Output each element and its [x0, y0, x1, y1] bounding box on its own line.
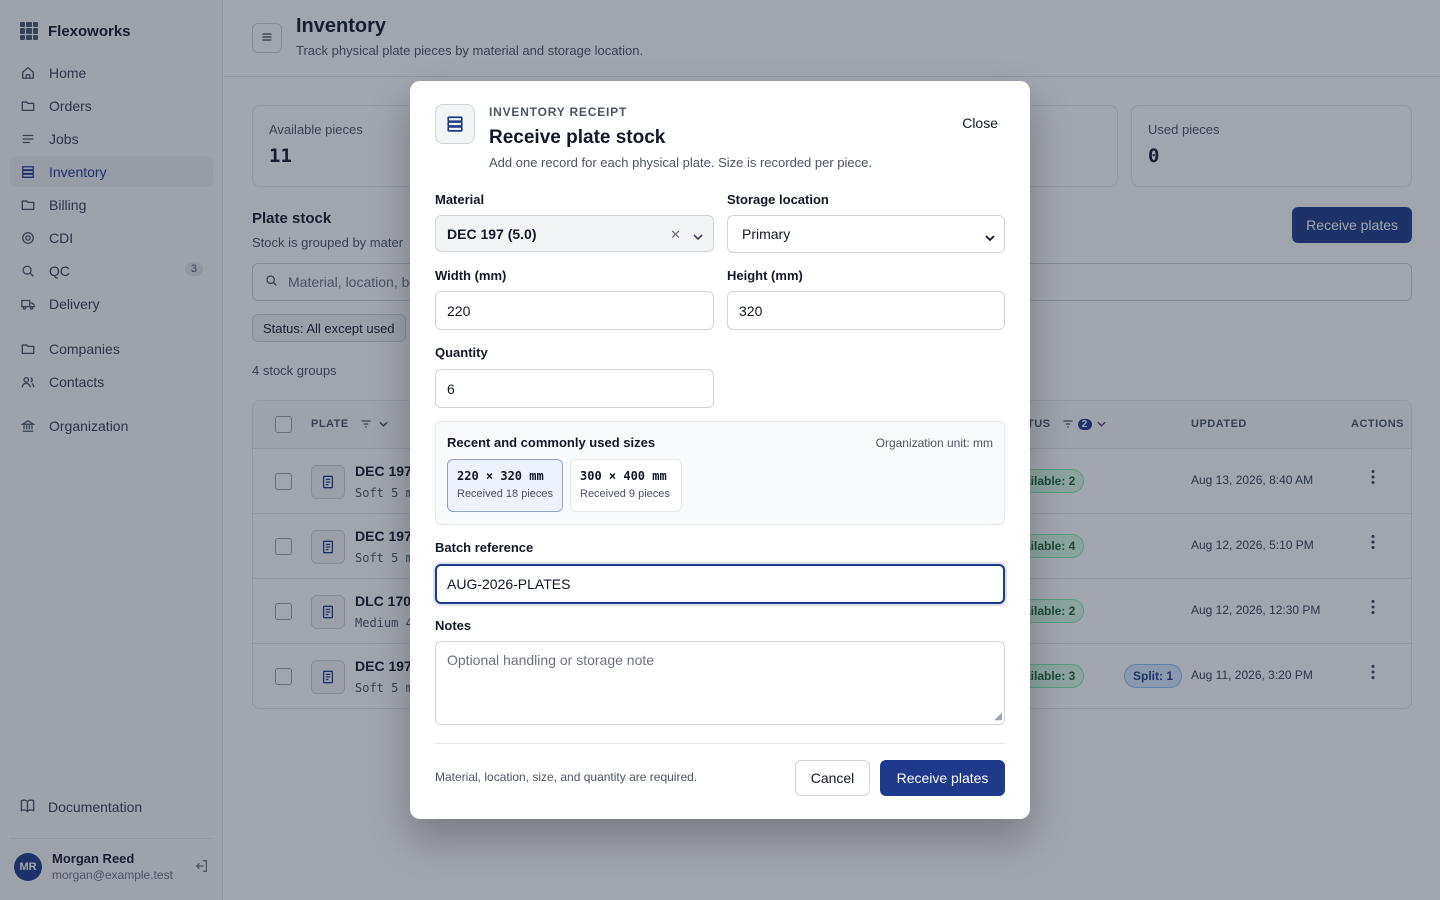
database-icon — [435, 104, 475, 144]
notes-label: Notes — [435, 618, 472, 633]
batch-reference-label: Batch reference — [435, 540, 534, 555]
dialog-description: Add one record for each physical plate. … — [489, 155, 872, 170]
close-button[interactable]: Close — [956, 113, 1004, 133]
size-option[interactable]: 300 × 400 mm Received 9 pieces — [570, 459, 682, 512]
size-dimensions: 220 × 320 mm — [457, 469, 544, 483]
size-option[interactable]: 220 × 320 mm Received 18 pieces — [447, 459, 563, 512]
organization-unit: Organization unit: mm — [875, 436, 993, 450]
size-received-count: Received 18 pieces — [457, 488, 554, 500]
notes-textarea[interactable]: Optional handling or storage note ◢ — [435, 641, 1005, 725]
size-dimensions: 300 × 400 mm — [580, 469, 667, 483]
quantity-value: 6 — [447, 380, 455, 397]
chevron-down-icon — [985, 229, 995, 245]
receive-plates-submit-button[interactable]: Receive plates — [880, 760, 1005, 796]
storage-location-select[interactable]: Primary — [727, 215, 1005, 253]
dialog-eyebrow: INVENTORY RECEIPT — [489, 105, 628, 119]
recent-sizes-title: Recent and commonly used sizes — [447, 435, 656, 450]
batch-reference-value: AUG-2026-PLATES — [447, 576, 571, 592]
storage-location-value: Primary — [742, 226, 791, 242]
material-label: Material — [435, 192, 485, 207]
quantity-label: Quantity — [435, 345, 488, 360]
material-combobox[interactable]: DEC 197 (5.0) ✕ — [435, 215, 714, 252]
chevron-down-icon — [693, 228, 703, 244]
size-received-count: Received 9 pieces — [580, 488, 670, 500]
resize-handle-icon[interactable]: ◢ — [994, 712, 1002, 722]
height-value: 320 — [739, 302, 763, 319]
required-fields-note: Material, location, size, and quantity a… — [435, 770, 698, 784]
material-value: DEC 197 (5.0) — [447, 225, 537, 242]
quantity-input[interactable]: 6 — [435, 369, 714, 408]
height-label: Height (mm) — [727, 268, 803, 283]
dialog-title: Receive plate stock — [489, 127, 666, 148]
receive-plate-dialog: INVENTORY RECEIPT Receive plate stock Ad… — [410, 81, 1030, 819]
storage-location-label: Storage location — [727, 192, 829, 207]
width-label: Width (mm) — [435, 268, 507, 283]
notes-placeholder: Optional handling or storage note — [447, 652, 655, 668]
cancel-button[interactable]: Cancel — [795, 760, 870, 796]
batch-reference-input[interactable]: AUG-2026-PLATES — [435, 564, 1005, 604]
clear-icon[interactable]: ✕ — [670, 227, 681, 243]
width-input[interactable]: 220 — [435, 291, 714, 330]
width-value: 220 — [447, 302, 471, 319]
recent-sizes-panel: Recent and commonly used sizes Organizat… — [435, 421, 1005, 525]
height-input[interactable]: 320 — [727, 291, 1005, 330]
